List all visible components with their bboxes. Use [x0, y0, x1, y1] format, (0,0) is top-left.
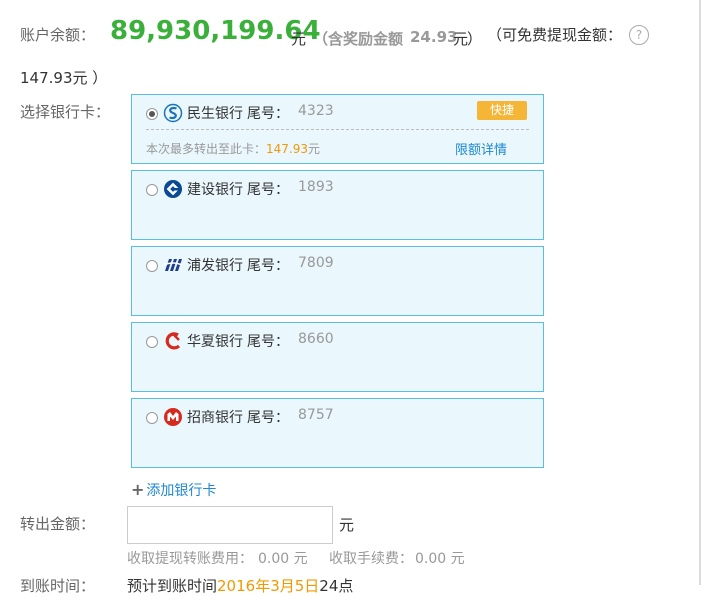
dashed-divider	[146, 129, 529, 130]
tail-number: 7809	[298, 255, 334, 271]
transfer-amount-label: 转出金额：	[20, 515, 96, 533]
help-icon[interactable]: ?	[629, 25, 649, 45]
balance-unit: 元	[291, 30, 307, 48]
bank-card-ccb[interactable]: 建设银行 尾号： 1893	[131, 170, 544, 240]
fee-handling-label: 收取手续费：	[329, 551, 413, 567]
ccb-logo-icon	[164, 180, 182, 198]
card-radio[interactable]	[146, 260, 158, 272]
plus-icon: +	[131, 480, 145, 499]
tail-label: 尾号：	[247, 334, 289, 350]
balance-amount: 89,930,199.64	[110, 16, 321, 46]
limit-info: 本次最多转出至此卡：147.93元	[146, 142, 321, 156]
free-withdraw-amount: 147.93元 ）	[20, 69, 108, 87]
select-card-label: 选择银行卡：	[20, 103, 111, 121]
bank-name: 浦发银行	[187, 258, 243, 274]
quick-pay-badge: 快捷	[477, 101, 527, 120]
cmbc-logo-icon	[163, 103, 183, 123]
arrival-info: 预计到账时间2016年3月5日24点	[127, 577, 354, 595]
hxb-logo-icon	[165, 332, 181, 350]
bank-name: 民生银行	[187, 106, 243, 122]
transfer-unit: 元	[339, 516, 355, 534]
bank-card-cmb[interactable]: 招商银行 尾号： 8757	[131, 398, 544, 468]
arrival-date: 2016年3月5日	[217, 577, 320, 595]
reward-unit: 元	[453, 30, 469, 48]
tail-number: 8757	[298, 407, 334, 423]
tail-label: 尾号：	[247, 182, 289, 198]
tail-label: 尾号：	[247, 258, 289, 274]
reward-amount: 24.93	[410, 28, 458, 46]
bank-name: 建设银行	[187, 182, 243, 198]
fee-handling-value: 0.00 元	[415, 551, 465, 567]
card-radio[interactable]	[146, 336, 158, 348]
balance-label: 账户余额：	[20, 26, 96, 44]
card-radio-selected[interactable]	[146, 108, 158, 120]
bank-card-cmbc[interactable]: 民生银行 尾号： 4323 快捷 本次最多转出至此卡：147.93元 限额详情	[131, 94, 544, 164]
reward-close: ）	[467, 30, 483, 48]
tail-number: 8660	[298, 331, 334, 347]
tail-number: 4323	[298, 103, 334, 119]
fee-withdraw-label: 收取提现转账费用：	[127, 551, 253, 567]
cmb-logo-icon	[164, 408, 182, 426]
bank-name: 招商银行	[187, 410, 243, 426]
bank-card-spdb[interactable]: 浦发银行 尾号： 7809	[131, 246, 544, 316]
limit-details-link[interactable]: 限额详情	[455, 139, 507, 158]
card-radio[interactable]	[146, 412, 158, 424]
bank-card-hxb[interactable]: 华夏银行 尾号： 8660	[131, 322, 544, 392]
spdb-logo-icon	[163, 259, 183, 271]
tail-number: 1893	[298, 179, 334, 195]
tail-label: 尾号：	[247, 106, 289, 122]
arrival-label: 到账时间：	[20, 577, 96, 595]
limit-amount: 147.93	[266, 142, 309, 156]
reward-open: （含奖励金额	[313, 30, 404, 48]
transfer-amount-input[interactable]	[127, 506, 333, 544]
free-withdraw-label: （可免费提现金额：	[487, 26, 623, 44]
tail-label: 尾号：	[247, 410, 289, 426]
card-radio[interactable]	[146, 184, 158, 196]
fee-withdraw-value: 0.00 元	[258, 551, 308, 567]
add-bank-card-link[interactable]: + 添加银行卡	[131, 480, 216, 500]
bank-name: 华夏银行	[187, 334, 243, 350]
